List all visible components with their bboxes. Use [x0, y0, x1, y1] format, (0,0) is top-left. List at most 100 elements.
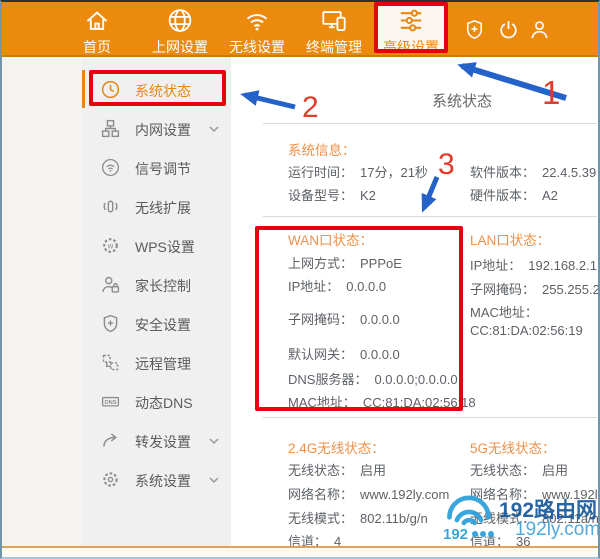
field-label: IP地址：	[288, 279, 339, 294]
sidebar-item-signal-adjust[interactable]: 信号调节	[82, 148, 231, 187]
field-value: 802.11a/n/ac	[542, 511, 600, 526]
signal-circle-icon	[100, 157, 121, 178]
chevron-down-icon	[208, 435, 220, 447]
sidebar-item-dynamic-dns[interactable]: DNS 动态DNS	[82, 382, 231, 421]
wan-gateway-line: 默认网关：0.0.0.0	[288, 344, 400, 363]
field-label: 默认网关：	[288, 347, 353, 362]
antenna-icon	[100, 196, 121, 217]
sidebar-item-security-settings[interactable]: 安全设置	[82, 304, 231, 343]
sidebar-item-label: 系统设置	[135, 471, 191, 491]
tab-label: 高级设置	[373, 37, 449, 57]
wifi24-heading: 2.4G无线状态：	[288, 437, 385, 457]
field-value: www.192ly.com	[360, 487, 449, 502]
sidebar-item-parental-control[interactable]: 家长控制	[82, 265, 231, 304]
divider	[263, 123, 597, 124]
sidebar-item-label: WPS设置	[135, 237, 195, 257]
wifi5-mode-line: 无线模式： 802.11a/n/ac	[470, 508, 600, 527]
field-value: 4	[334, 534, 341, 546]
tab-advanced-settings[interactable]: 高级设置	[373, 0, 449, 55]
field-label: 子网掩码：	[288, 312, 353, 327]
sidebar-item-forwarding-settings[interactable]: 转发设置	[82, 421, 231, 460]
field-label: 信道：	[288, 534, 327, 546]
field-value: 0.0.0.0	[360, 312, 400, 327]
tab-home[interactable]: 首页	[59, 0, 135, 55]
field-label: 运行时间：	[288, 165, 353, 180]
tab-internet-settings[interactable]: 上网设置	[142, 0, 218, 55]
wifi5-state-line: 无线状态： 启用	[470, 460, 568, 479]
sidebar-item-label: 动态DNS	[135, 393, 193, 413]
shield-plus-icon[interactable]	[463, 18, 486, 41]
router-admin-screenshot: 首页 上网设置 无线设置 终端管理 高级设置	[0, 0, 600, 559]
lan-mask-line: 子网掩码： 255.255.255.0	[470, 279, 600, 298]
user-icon[interactable]	[528, 18, 551, 41]
sidebar-item-label: 内网设置	[135, 120, 191, 140]
wan-dns-line: DNS服务器： 0.0.0.0;0.0.0.0	[288, 369, 458, 388]
field-value: K2	[360, 188, 376, 203]
wifi24-mode-line: 无线模式： 802.11b/g/n	[288, 508, 428, 527]
sidebar-item-label: 信号调节	[135, 159, 191, 179]
remote-frames-icon	[100, 352, 121, 373]
divider	[263, 417, 597, 418]
sidebar-item-system-status[interactable]: 系统状态	[82, 70, 231, 109]
devices-icon	[321, 7, 348, 34]
field-value: A2	[542, 188, 558, 203]
field-label: 无线模式：	[470, 511, 535, 526]
field-value: 0.0.0.0;0.0.0.0	[374, 372, 457, 387]
field-value: 36	[516, 534, 530, 546]
field-value: CC:81:DA:02:56:19	[470, 323, 583, 338]
lan-mac-label-line: MAC地址：	[470, 302, 538, 321]
globe-icon	[167, 7, 194, 34]
sidebar-item-wps-settings[interactable]: w WPS设置	[82, 226, 231, 265]
field-value: 802.11b/g/n	[360, 511, 428, 526]
field-value: 启用	[542, 463, 568, 478]
field-value: 255.255.255.0	[542, 282, 600, 297]
wifi-icon	[244, 7, 271, 34]
sidebar-menu: 系统状态 内网设置 信号调节 无线扩展 w	[82, 57, 231, 546]
page-bottom-strip	[0, 546, 600, 558]
shield-plus-icon	[100, 313, 121, 334]
wifi5-ssid-line: 网络名称：www.192ly.com	[470, 484, 600, 503]
wan-status-heading: WAN口状态：	[288, 229, 373, 249]
field-label: 无线状态：	[470, 463, 535, 478]
sliders-icon	[398, 7, 425, 34]
lan-mac-value-line: CC:81:DA:02:56:19	[470, 323, 583, 338]
sidebar-item-label: 家长控制	[135, 276, 191, 296]
field-value: CC:81:DA:02:56:18	[363, 395, 476, 410]
page-background-strip	[0, 57, 82, 546]
software-version-line: 软件版本：22.4.5.39	[470, 162, 596, 181]
parental-user-lock-icon	[100, 274, 121, 295]
sidebar-item-label: 远程管理	[135, 354, 191, 374]
sidebar-item-system-settings[interactable]: 系统设置	[82, 460, 231, 499]
sidebar-item-label: 系统状态	[135, 81, 191, 101]
hardware-version-line: 硬件版本：A2	[470, 185, 558, 204]
sidebar-item-wireless-extend[interactable]: 无线扩展	[82, 187, 231, 226]
gear-icon	[100, 469, 121, 490]
lan-status-heading: LAN口状态：	[470, 229, 550, 249]
sidebar-item-lan-settings[interactable]: 内网设置	[82, 109, 231, 148]
tab-label: 终端管理	[296, 37, 372, 57]
clock-icon	[100, 79, 121, 100]
field-label: IP地址：	[470, 258, 521, 273]
field-label: 信道：	[470, 534, 509, 546]
tab-wireless-settings[interactable]: 无线设置	[219, 0, 295, 55]
tab-label: 上网设置	[142, 37, 218, 57]
field-label: 无线模式：	[288, 511, 353, 526]
sidebar-item-label: 无线扩展	[135, 198, 191, 218]
power-icon[interactable]	[497, 18, 520, 41]
wps-gear-icon: w	[100, 235, 121, 256]
field-label: 子网掩码：	[470, 282, 535, 297]
dns-box-icon: DNS	[100, 391, 121, 412]
field-label: DNS服务器：	[288, 372, 367, 387]
wifi24-ssid-line: 网络名称： www.192ly.com	[288, 484, 449, 503]
tab-terminal-management[interactable]: 终端管理	[296, 0, 372, 55]
tab-label: 无线设置	[219, 37, 295, 57]
forward-arrow-icon	[100, 430, 121, 451]
wifi24-channel-line: 信道： 4	[288, 531, 341, 546]
divider	[263, 216, 597, 217]
sidebar-item-remote-management[interactable]: 远程管理	[82, 343, 231, 382]
chevron-down-icon	[208, 123, 220, 135]
wan-mode-line: 上网方式：PPPoE	[288, 253, 402, 272]
field-label: 网络名称：	[288, 487, 353, 502]
svg-text:DNS: DNS	[105, 400, 117, 406]
device-model-line: 设备型号：K2	[288, 185, 376, 204]
